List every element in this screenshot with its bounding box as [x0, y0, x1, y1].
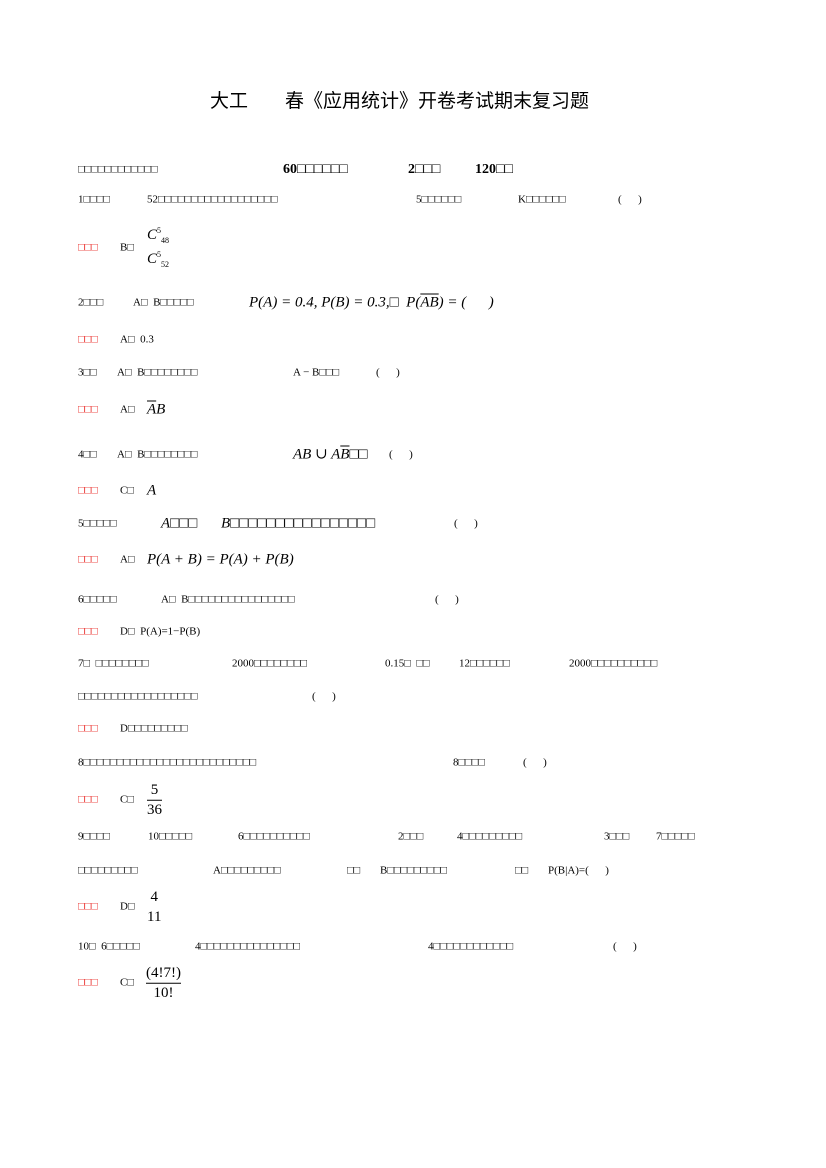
answer-label: □□□ — [78, 484, 98, 497]
q3-answer-math: AB — [147, 401, 166, 418]
q2-answer: A□ 0.3 — [120, 333, 154, 346]
q4-text: A□ B□□□□□□□□ — [117, 448, 198, 461]
q9-fraction: 4 11 — [147, 888, 162, 925]
answer-label: □□□ — [78, 553, 98, 566]
q10-text: 4□□□□□□□□□□□□ — [428, 940, 514, 953]
answer-label: □□□ — [78, 722, 98, 735]
section-total: 120□□ — [475, 162, 513, 177]
q4-number: 4□□ — [78, 448, 97, 461]
q1-answer: B□ — [120, 241, 134, 254]
q2-number: 2□□□ — [78, 296, 104, 309]
q9-text: B□□□□□□□□□ — [380, 864, 448, 877]
q4-answer-math: A — [147, 482, 157, 499]
q3-blank: ( ) — [376, 366, 400, 379]
q4-answer: C□ — [120, 484, 134, 497]
q5-answer-math: P(A + B) = P(A) + P(B) — [147, 551, 294, 568]
q9-text: 3□□□ — [604, 830, 630, 843]
q3-number: 3□□ — [78, 366, 97, 379]
q6-text: A□ B□□□□□□□□□□□□□□□□ — [161, 593, 295, 606]
section-points: 2□□□ — [408, 162, 441, 177]
q8-number: 8□□□□□□□□□□□□□□□□□□□□□□□□□□ — [78, 756, 257, 769]
q8-text: 8□□□□ — [453, 756, 486, 769]
q1-blank: ( ) — [618, 193, 642, 206]
q7-number: 7□ □□□□□□□□ — [78, 657, 149, 670]
q5-answer: A□ — [120, 553, 135, 566]
q9-text: A□□□□□□□□□ — [213, 864, 281, 877]
q7-text: 2000□□□□□□□□□□ — [569, 657, 658, 670]
q5-text: A□□□ — [161, 515, 198, 532]
q7-text: 0.15□ □□ — [385, 657, 430, 670]
q10-answer: C□ — [120, 976, 134, 989]
q9-number: 9□□□□ — [78, 830, 111, 843]
q10-text: 4□□□□□□□□□□□□□□□ — [195, 940, 301, 953]
answer-label: □□□ — [78, 403, 98, 416]
q7-blank: ( ) — [312, 690, 336, 703]
q5-number: 5□□□□□ — [78, 517, 117, 530]
title-part1: 大工 — [210, 90, 249, 112]
q9-text: 7□□□□□ — [656, 830, 695, 843]
q9-formula: P(B|A)=( ) — [548, 864, 609, 877]
q4-formula: AB ∪ AB□□ — [293, 446, 368, 463]
q7-text: 12□□□□□□ — [459, 657, 510, 670]
q8-fraction: 5 36 — [147, 781, 162, 818]
q10-number: 10□ 6□□□□□ — [78, 940, 140, 953]
q7-text: □□□□□□□□□□□□□□□□□□ — [78, 690, 198, 703]
page-title: 春《应用统计》开卷考试期末复习题 — [285, 90, 590, 112]
q2-formula: P(A) = 0.4, P(B) = 0.3,□ P(AB) = ( ) — [249, 294, 494, 311]
q9-text: 10□□□□□ — [148, 830, 193, 843]
q1-text: 5□□□□□□ — [416, 193, 462, 206]
q10-fraction: (4!7!) 10! — [146, 964, 181, 1001]
q1-text: 52□□□□□□□□□□□□□□□□□□ — [147, 193, 278, 206]
q9-text: 4□□□□□□□□□ — [457, 830, 523, 843]
q10-blank: ( ) — [613, 940, 637, 953]
q9-text: □□ — [347, 864, 361, 877]
answer-label: □□□ — [78, 976, 98, 989]
q9-text: □□ — [515, 864, 529, 877]
q4-blank: ( ) — [389, 448, 413, 461]
answer-label: □□□ — [78, 241, 98, 254]
q9-text: □□□□□□□□□ — [78, 864, 138, 877]
q1-number: 1□□□□ — [78, 193, 111, 206]
q7-text: 2000□□□□□□□□ — [232, 657, 308, 670]
q8-blank: ( ) — [523, 756, 547, 769]
q1-fraction-denominator: C552 — [147, 250, 170, 269]
q3-text: A − B□□□ — [293, 366, 340, 379]
section-count: 60□□□□□□ — [283, 162, 348, 177]
q3-text: A□ B□□□□□□□□ — [117, 366, 198, 379]
answer-label: □□□ — [78, 333, 98, 346]
section-label: □□□□□□□□□□□□ — [78, 163, 158, 176]
q5-blank: ( ) — [454, 517, 478, 530]
q6-answer: D□ P(A)=1−P(B) — [120, 625, 201, 638]
q1-fraction-numerator: C548 — [147, 226, 170, 245]
q9-text: 6□□□□□□□□□□ — [238, 830, 310, 843]
answer-label: □□□ — [78, 625, 98, 638]
q3-answer: A□ — [120, 403, 135, 416]
q2-text: A□ B□□□□□ — [133, 296, 194, 309]
q5-text: B□□□□□□□□□□□□□□□□ — [221, 515, 376, 532]
answer-label: □□□ — [78, 900, 98, 913]
q9-text: 2□□□ — [398, 830, 424, 843]
q6-blank: ( ) — [435, 593, 459, 606]
q9-answer: D□ — [120, 900, 135, 913]
q6-number: 6□□□□□ — [78, 593, 117, 606]
q8-answer: C□ — [120, 793, 134, 806]
answer-label: □□□ — [78, 793, 98, 806]
q1-text: K□□□□□□ — [518, 193, 566, 206]
q7-answer: D□□□□□□□□□ — [120, 722, 188, 735]
